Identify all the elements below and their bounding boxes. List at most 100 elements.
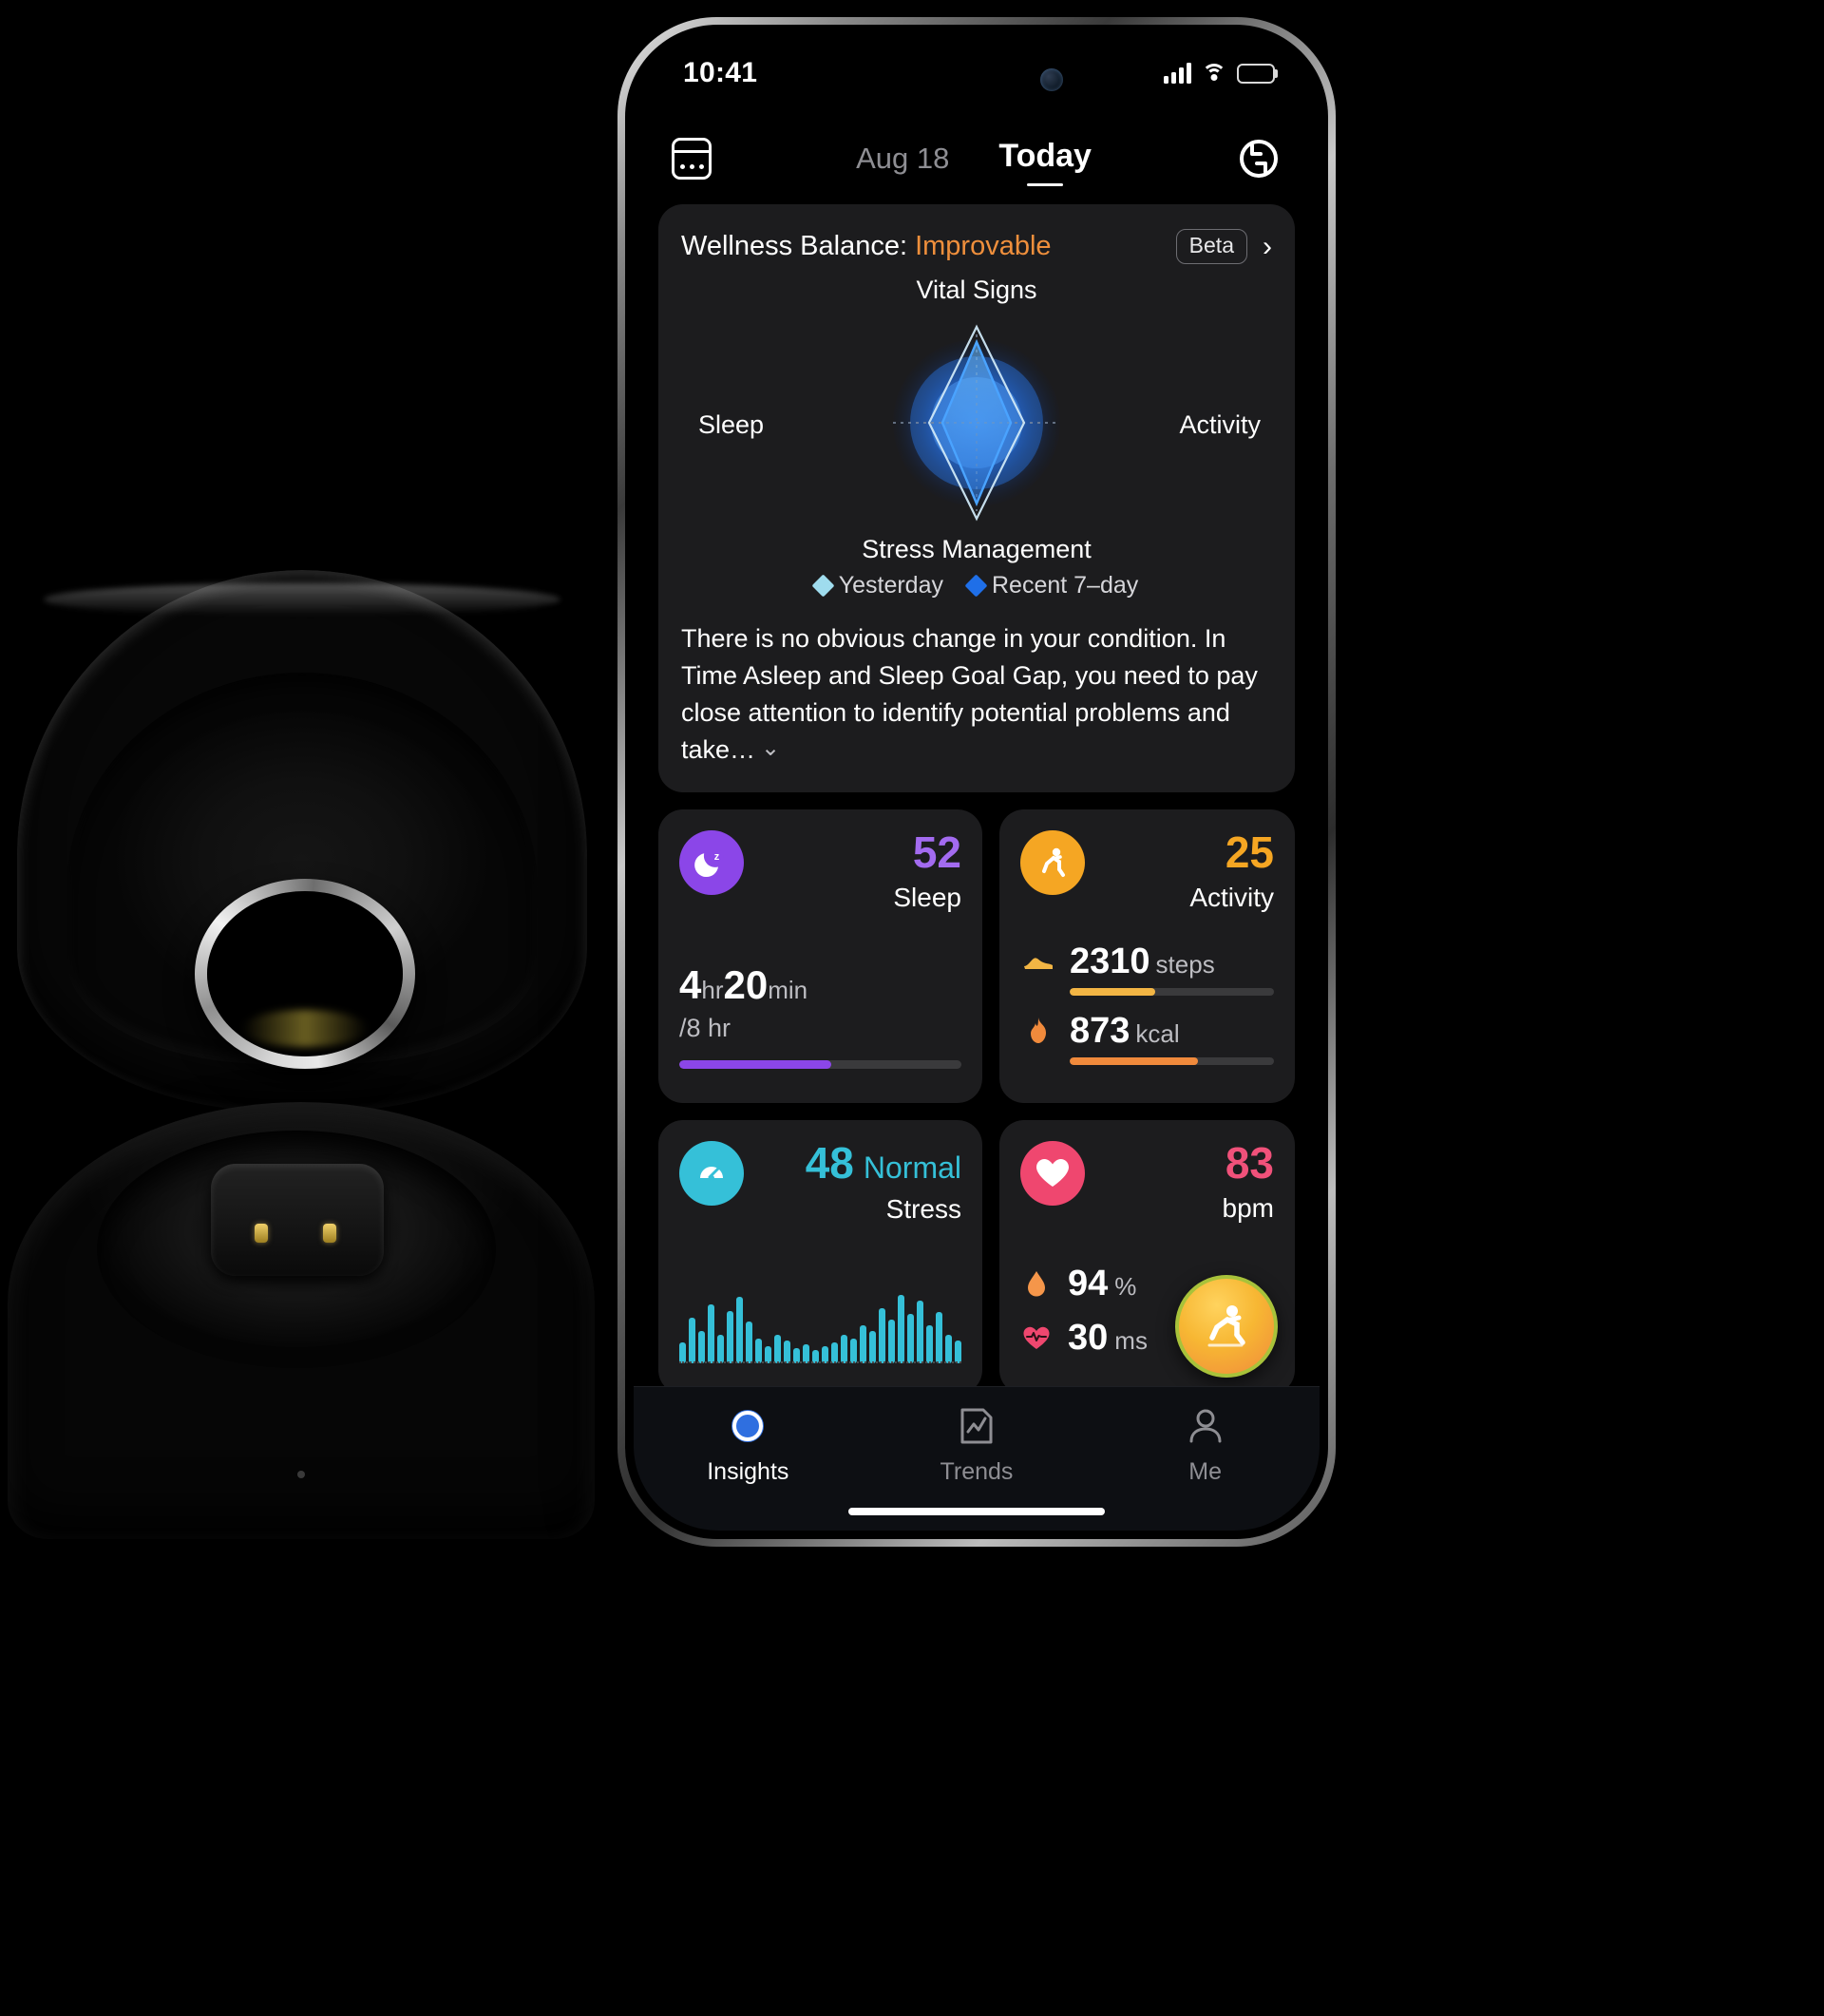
status-time: 10:41 (683, 57, 758, 88)
smart-ring (195, 879, 415, 1069)
sleep-score-block: 52 Sleep (893, 830, 961, 913)
stress-score-line: 48 Normal (806, 1141, 961, 1186)
activity-score-block: 25 Activity (1189, 830, 1274, 913)
calories-unit: kcal (1135, 1018, 1180, 1048)
dynamic-island (871, 50, 1082, 109)
calendar-icon[interactable] (672, 138, 712, 180)
svg-text:z: z (714, 851, 720, 863)
stress-score: 48 (805, 1137, 854, 1188)
steps-value-block: 2310 steps (1070, 941, 1274, 982)
heart-icon (1020, 1140, 1085, 1206)
activity-metric-rows: 2310 steps 873 kcal (1020, 941, 1274, 1065)
sync-refresh-icon[interactable] (1236, 136, 1282, 181)
date-previous[interactable]: Aug 18 (856, 142, 949, 176)
stress-card-header: 48 Normal Stress (679, 1140, 961, 1225)
sleep-moon-icon: z (679, 829, 744, 895)
hrv-unit: ms (1114, 1325, 1148, 1355)
stress-bar (850, 1338, 857, 1363)
wellness-status: Improvable (915, 231, 1052, 261)
blood-oxygen-drop-icon (1020, 1267, 1053, 1300)
heart-card-header: 83 bpm (1020, 1140, 1274, 1224)
chevron-right-icon[interactable]: › (1259, 232, 1272, 261)
stress-card[interactable]: 48 Normal Stress (658, 1119, 982, 1386)
stress-bar (936, 1311, 942, 1363)
calories-progress-bar (1070, 1056, 1274, 1065)
status-indicators: 69 (1164, 63, 1278, 84)
stress-bar (888, 1319, 895, 1363)
chevron-down-icon[interactable]: ⌄ (761, 732, 780, 766)
tab-insights[interactable]: Insights (635, 1402, 861, 1486)
tab-label-me: Me (1188, 1458, 1222, 1485)
sleep-card[interactable]: z 52 Sleep 4hr20min /8 hr (658, 808, 982, 1103)
heart-rate-card[interactable]: 83 bpm 94% 30 ms (999, 1119, 1295, 1386)
stress-bar (841, 1334, 847, 1363)
hrv-heartbeat-icon (1020, 1322, 1053, 1354)
legend-label-recent7day: Recent 7–day (992, 572, 1139, 599)
stress-bar (698, 1330, 705, 1363)
case-led-indicator (297, 1471, 305, 1478)
wellness-description[interactable]: There is no obvious change in your condi… (681, 620, 1272, 770)
radar-axis-stress-management: Stress Management (862, 535, 1092, 563)
hrv-value-block: 30 ms (1068, 1318, 1148, 1359)
stress-bar (689, 1317, 695, 1363)
steps-value: 2310 (1070, 941, 1150, 981)
start-workout-icon[interactable] (1175, 1274, 1278, 1378)
stress-bar (860, 1324, 866, 1363)
heart-rate-value: 83 (1225, 1137, 1274, 1188)
tab-trends[interactable]: Trends (864, 1402, 1090, 1486)
charging-pin-right (323, 1224, 336, 1243)
heart-rate-unit: bpm (1222, 1192, 1274, 1223)
sleep-hours-unit: hr (701, 975, 724, 1004)
flame-icon (1020, 1017, 1056, 1045)
battery-icon: 69 (1237, 63, 1278, 84)
wellness-balance-card[interactable]: Wellness Balance: Improvable Beta › Vita… (658, 204, 1295, 792)
tab-me[interactable]: Me (1092, 1402, 1319, 1486)
trends-chart-icon (957, 1402, 997, 1450)
radar-axis-vital-signs: Vital Signs (916, 276, 1037, 304)
blood-oxygen-value-block: 94% (1068, 1264, 1136, 1304)
activity-score: 25 (1225, 827, 1274, 877)
home-indicator (848, 1508, 1105, 1515)
stress-bar (708, 1303, 714, 1363)
blood-oxygen-value: 94 (1068, 1263, 1109, 1303)
radar-svg (893, 324, 1060, 522)
stress-bar (945, 1334, 952, 1363)
stress-bar (831, 1341, 838, 1363)
blood-oxygen-unit: % (1114, 1271, 1137, 1301)
calories-row: 873 kcal (1020, 1011, 1274, 1052)
stress-bar (717, 1334, 724, 1363)
shoe-icon (1020, 947, 1056, 976)
steps-unit: steps (1155, 949, 1215, 979)
legend-item-recent7day: Recent 7–day (964, 572, 1139, 599)
calories-value: 873 (1070, 1010, 1130, 1051)
activity-card[interactable]: 25 Activity 2310 steps 873 kcal (999, 808, 1295, 1103)
stress-bar (879, 1307, 885, 1363)
legend-label-yesterday: Yesterday (838, 572, 943, 599)
stress-bar (803, 1343, 809, 1363)
front-camera-icon (1040, 68, 1063, 91)
status-bar: 10:41 69 (634, 33, 1320, 113)
radar-legend: Yesterday Recent 7–day (681, 572, 1272, 599)
wellness-title-prefix: Wellness Balance: (681, 231, 916, 261)
product-photo (0, 0, 627, 2016)
metric-card-grid: z 52 Sleep 4hr20min /8 hr 25 Activity 23… (658, 808, 1295, 1386)
stress-gauge-icon (679, 1140, 744, 1206)
profile-person-icon (1186, 1402, 1226, 1450)
charging-dock (211, 1164, 384, 1276)
stress-bar-chart (679, 1268, 961, 1363)
sleep-goal: /8 hr (679, 1013, 732, 1042)
legend-swatch-yesterday (811, 574, 835, 598)
tab-label-insights: Insights (707, 1458, 789, 1485)
date-today[interactable]: Today (998, 138, 1092, 181)
radar-axis-sleep: Sleep (698, 410, 765, 439)
activity-label: Activity (1189, 882, 1274, 912)
stress-bar (869, 1330, 876, 1363)
sleep-label: Sleep (893, 882, 961, 912)
heart-score-block: 83 bpm (1223, 1141, 1274, 1224)
legend-item-yesterday: Yesterday (811, 572, 943, 599)
wellness-card-header: Wellness Balance: Improvable Beta › (681, 229, 1272, 264)
running-person-icon (1020, 829, 1085, 895)
sleep-progress-bar (679, 1059, 961, 1069)
stress-bar (955, 1340, 961, 1363)
stress-score-block: 48 Normal Stress (806, 1141, 961, 1225)
